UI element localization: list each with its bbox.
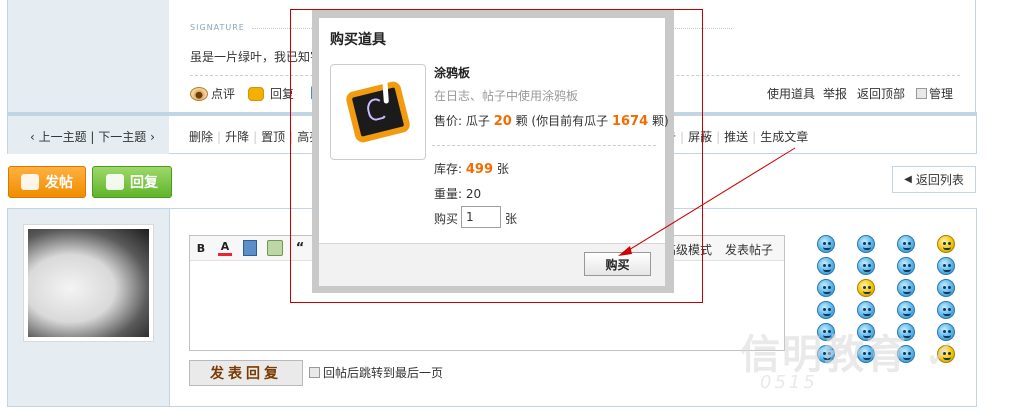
manage-checkbox[interactable] [916,88,927,99]
smiley-icon[interactable] [937,257,955,275]
smiley-icon[interactable] [897,279,915,297]
manage-checkbox-group[interactable]: 管理 [916,85,953,102]
signature-label: SIGNATURE [190,23,245,32]
chevron-left-icon: ◀ [904,174,912,185]
bold-icon[interactable]: B [195,240,207,256]
smiley-icon[interactable] [857,301,875,319]
reply-button[interactable]: 回复 [92,166,172,198]
reply-action[interactable]: 回复 [248,85,294,102]
mod-link-bump[interactable]: 升降 [225,130,249,144]
smiley-icon[interactable] [817,301,835,319]
back-to-list-label: 返回列表 [915,173,964,187]
report-link[interactable]: 举报 [823,85,847,102]
mod-link-generate-article[interactable]: 生成文章 [760,130,808,144]
new-thread-label: 发帖 [45,175,73,191]
highlight-frame [290,9,703,303]
smiley-icon[interactable] [897,301,915,319]
back-to-list-button[interactable]: ◀ 返回列表 [892,166,976,193]
jump-last-page-label: 回帖后跳转到最后一页 [323,366,444,380]
reply-arrow-icon [106,174,124,190]
mod-link-delete[interactable]: 删除 [189,130,213,144]
rate-label: 点评 [211,87,236,101]
speech-bubble-icon [21,174,39,190]
back-to-top-link[interactable]: 返回顶部 [857,85,905,102]
smiley-icon[interactable] [817,235,835,253]
avatar [23,224,154,342]
link-icon[interactable] [267,240,283,256]
watermark-logo-sub: 0515 [760,372,818,393]
reply-bubble-icon [248,86,264,101]
prev-next-thread-links[interactable]: ‹ 上一主题 | 下一主题 › [30,128,155,145]
smiley-icon[interactable] [857,235,875,253]
submit-reply-button[interactable]: 发表回复 [189,360,303,386]
use-item-link[interactable]: 使用道具 [767,85,815,102]
smiley-icon[interactable] [857,257,875,275]
smiley-icon[interactable] [937,301,955,319]
smiley-icon[interactable] [857,279,875,297]
font-color-icon[interactable]: A [218,240,232,256]
smiley-icon[interactable] [937,279,955,297]
rate-icon [190,86,208,101]
smiley-icon[interactable] [937,235,955,253]
mod-link-stick[interactable]: 置顶 [261,130,285,144]
smiley-icon[interactable] [817,257,835,275]
smiley-icon[interactable] [897,235,915,253]
post-author-column [7,0,169,112]
mod-link-push[interactable]: 推送 [724,130,748,144]
post-thread-link[interactable]: 发表帖子 [725,241,773,258]
image-icon[interactable] [243,240,257,256]
avatar-image [28,229,149,337]
smiley-icon[interactable] [817,279,835,297]
smiley-icon[interactable] [897,257,915,275]
jump-last-page-checkbox[interactable] [309,367,320,378]
reply-button-label: 回复 [130,175,158,191]
manage-label: 管理 [929,87,954,101]
rate-action[interactable]: 点评 [190,85,235,102]
new-thread-button[interactable]: 发帖 [8,166,86,198]
